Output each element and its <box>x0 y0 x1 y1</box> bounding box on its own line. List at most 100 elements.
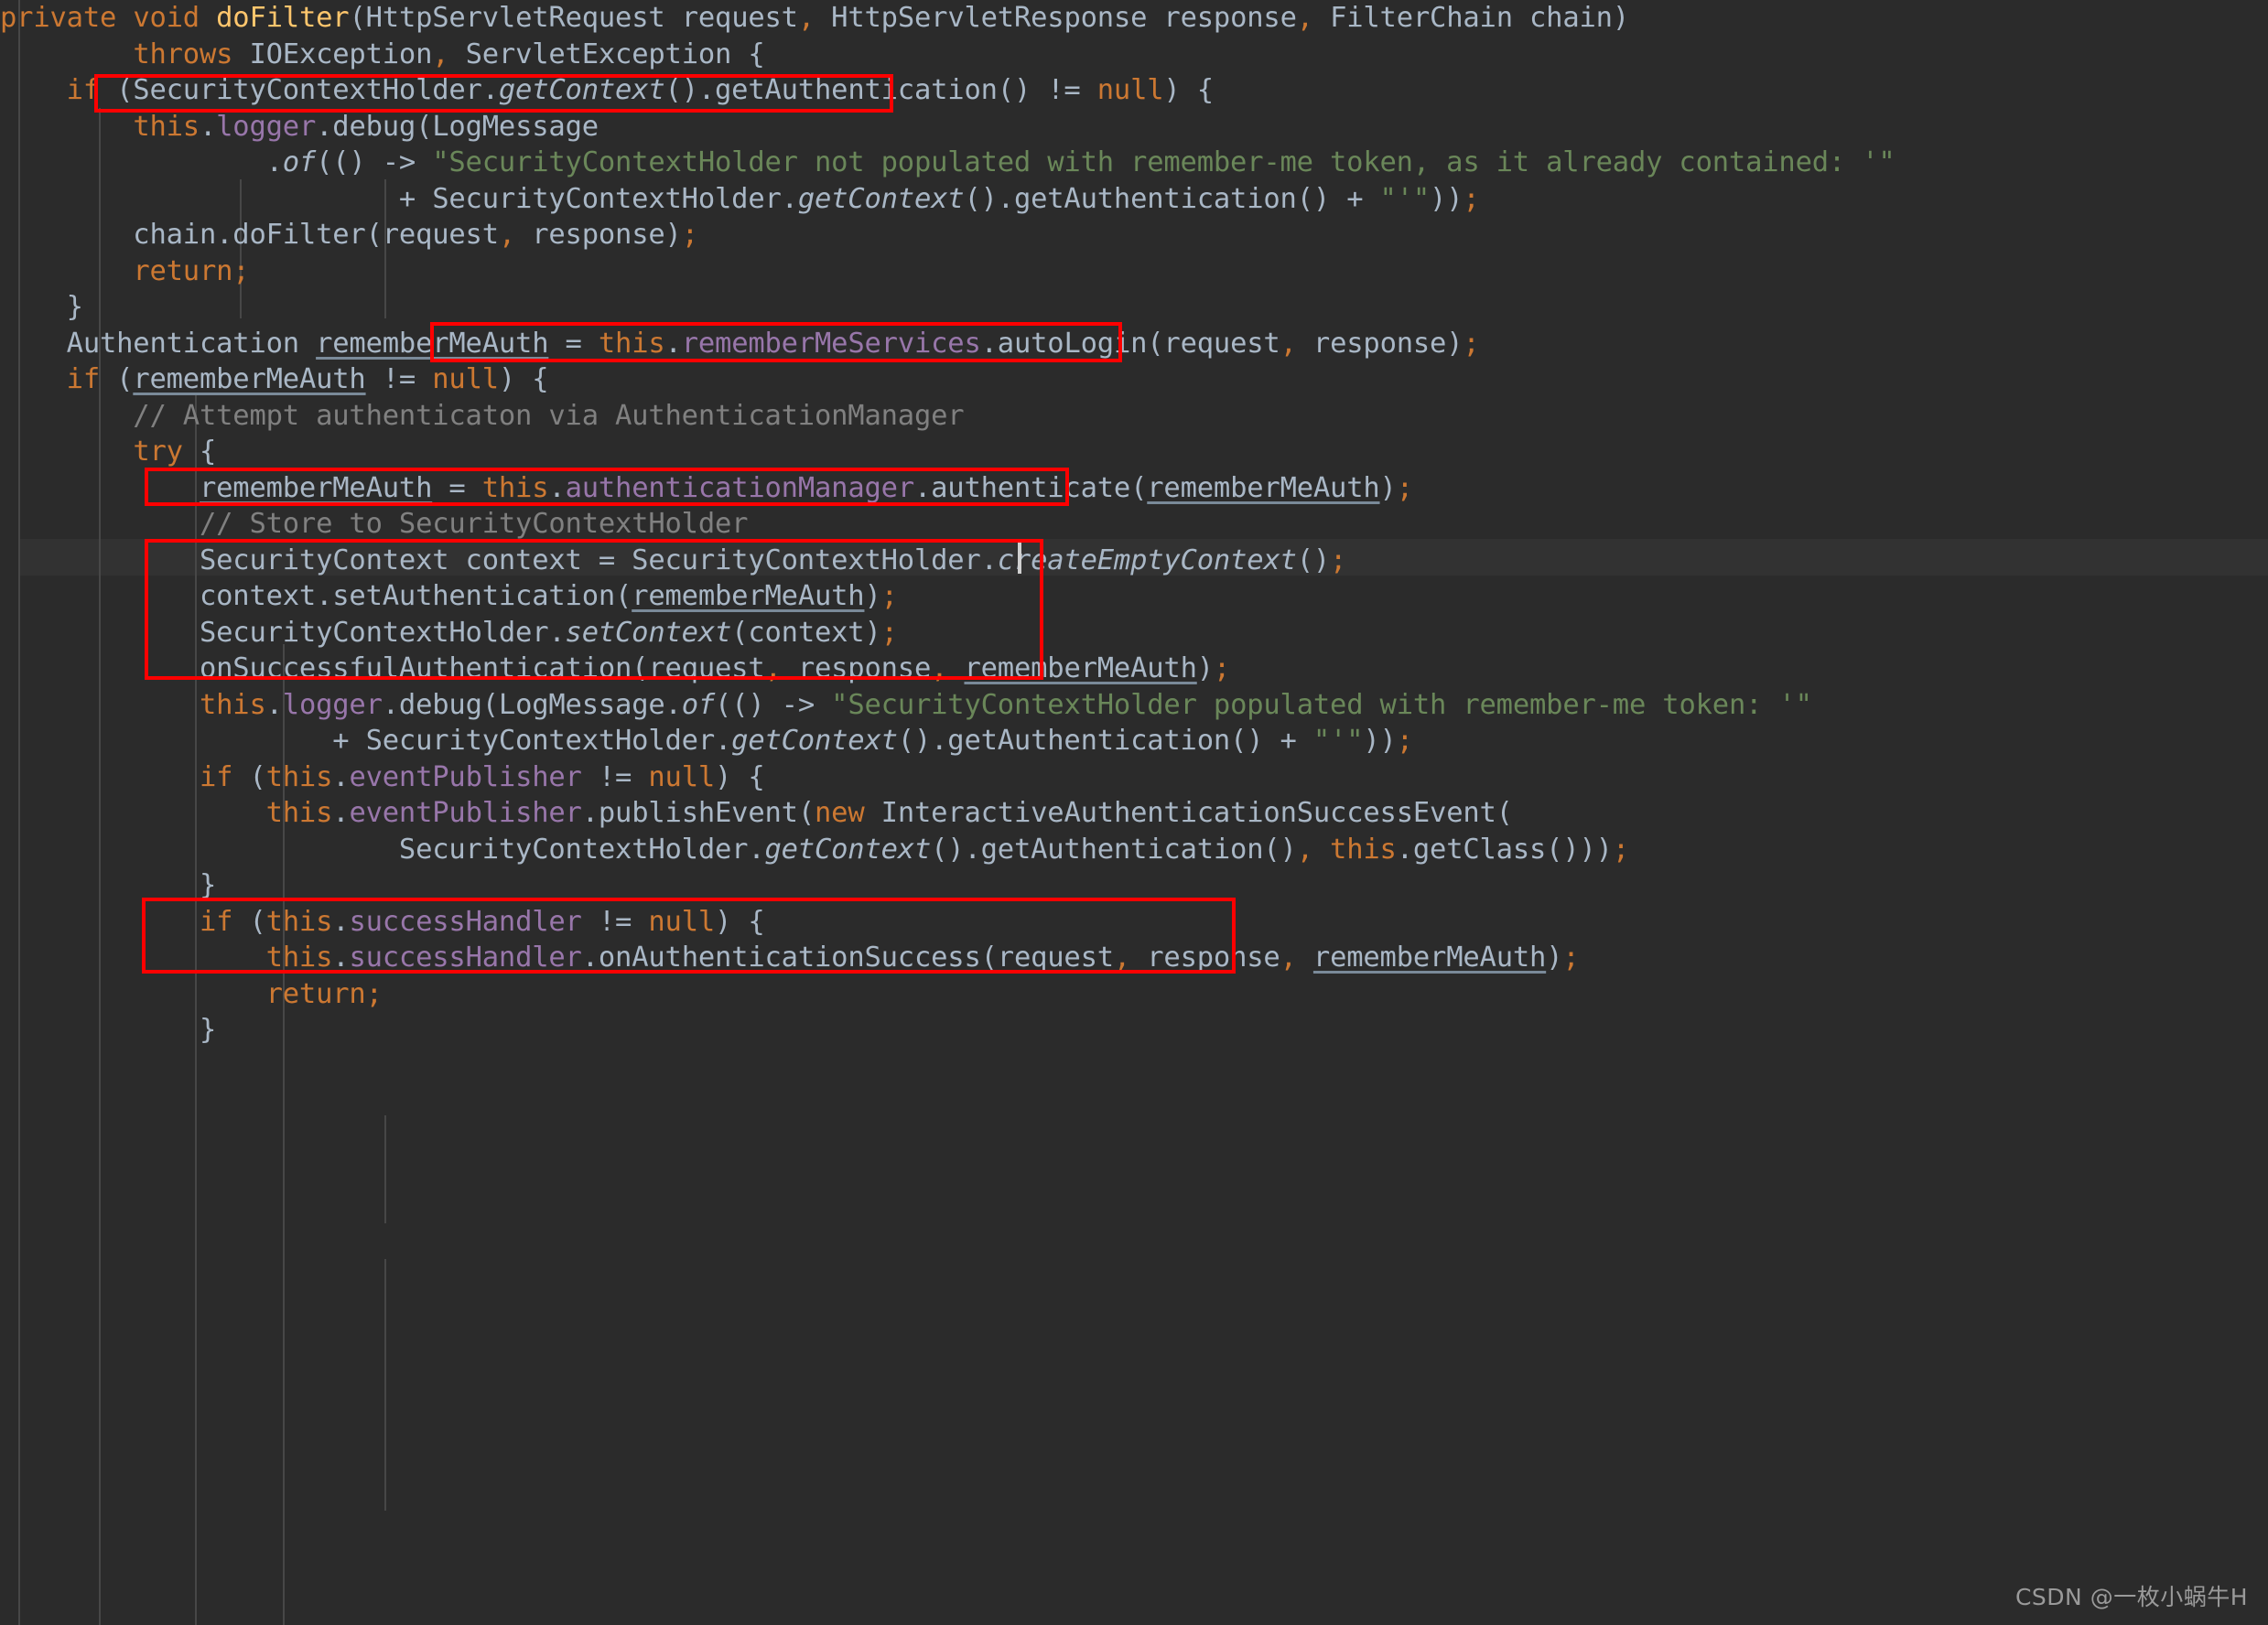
code-line[interactable]: } <box>0 289 2268 326</box>
code-token: ; <box>1463 327 1480 360</box>
code-token: .publishEvent( <box>581 797 815 829</box>
code-token: setContext <box>565 616 732 649</box>
code-token: successHandler <box>349 942 582 974</box>
code-token: + SecurityContextHolder. <box>0 725 732 757</box>
source-code-text[interactable]: private void doFilter(HttpServletRequest… <box>0 0 2268 1049</box>
code-token: FilterChain chain) <box>1312 2 1629 34</box>
code-line[interactable]: if (rememberMeAuth != null) { <box>0 361 2268 398</box>
code-line[interactable]: return; <box>0 976 2268 1013</box>
code-token: (context) <box>731 616 881 649</box>
code-token: // Store to SecurityContextHolder <box>0 508 749 540</box>
code-token: rememberMeAuth <box>1312 942 1547 974</box>
code-token: ) <box>1379 471 1397 504</box>
code-line[interactable]: // Store to SecurityContextHolder <box>0 506 2268 543</box>
code-line[interactable]: context.setAuthentication(rememberMeAuth… <box>0 578 2268 615</box>
code-token: () <box>1296 543 1331 576</box>
code-line[interactable]: if (SecurityContextHolder.getContext().g… <box>0 72 2268 109</box>
code-token: getContext <box>797 182 965 215</box>
code-token: authenticationManager <box>565 471 915 504</box>
code-token: getContext <box>731 725 898 757</box>
code-token: , <box>797 2 815 34</box>
code-line[interactable]: Authentication rememberMeAuth = this.rem… <box>0 326 2268 362</box>
code-line[interactable]: this.logger.debug(LogMessage.of(() -> "S… <box>0 687 2268 724</box>
code-token: ; <box>880 616 898 649</box>
code-line[interactable]: this.logger.debug(LogMessage <box>0 109 2268 145</box>
code-line[interactable]: chain.doFilter(request, response); <box>0 217 2268 253</box>
code-token: )) <box>1363 725 1397 757</box>
code-token: ) <box>1546 942 1563 974</box>
code-token: null <box>648 760 716 793</box>
code-token: , <box>764 652 782 684</box>
code-token: .onAuthenticationSuccess(request <box>581 942 1114 974</box>
code-token: Authentication <box>0 327 317 360</box>
code-line[interactable]: SecurityContext context = SecurityContex… <box>0 543 2268 579</box>
code-token: . <box>332 905 350 938</box>
code-line[interactable]: + SecurityContextHolder.getContext().get… <box>0 181 2268 218</box>
code-line[interactable]: } <box>0 867 2268 904</box>
code-token: rememberMeAuth <box>632 580 865 612</box>
code-line[interactable]: .of(() -> "SecurityContextHolder not pop… <box>0 145 2268 181</box>
code-token: SecurityContextHolder. <box>0 833 765 866</box>
code-line[interactable]: throws IOException, ServletException { <box>0 37 2268 73</box>
code-token: rememberMeAuth <box>1147 471 1380 504</box>
indent-guide <box>384 1115 386 1223</box>
code-token: (HttpServletRequest request <box>349 2 798 34</box>
code-token: eventPublisher <box>349 760 582 793</box>
code-token: rememberMeAuth <box>199 471 433 504</box>
code-token: , <box>1113 942 1131 974</box>
code-line[interactable]: } <box>0 1012 2268 1049</box>
code-token: this <box>1330 833 1397 866</box>
code-token: } <box>0 869 217 901</box>
code-token: } <box>0 1014 217 1046</box>
code-token: rememberMeServices <box>681 327 981 360</box>
code-token: != <box>581 760 649 793</box>
code-token: return; <box>265 977 383 1010</box>
code-line[interactable]: try { <box>0 434 2268 470</box>
code-token: // Attempt authenticaton via Authenticat… <box>0 399 965 432</box>
code-token: InteractiveAuthenticationSuccessEvent( <box>864 797 1513 829</box>
code-line[interactable]: rememberMeAuth = this.authenticationMana… <box>0 470 2268 507</box>
code-token: private <box>0 2 117 34</box>
code-token: ; <box>1330 543 1347 576</box>
code-token: ; <box>1396 725 1413 757</box>
code-token: this <box>265 797 333 829</box>
code-token: .authenticate( <box>913 471 1148 504</box>
code-line[interactable]: if (this.successHandler != null) { <box>0 904 2268 941</box>
code-token: response) <box>1296 327 1463 360</box>
code-line[interactable]: onSuccessfulAuthentication(request, resp… <box>0 651 2268 687</box>
code-token: , <box>1280 327 1297 360</box>
code-token: (SecurityContextHolder. <box>99 74 499 106</box>
code-editor-viewport[interactable]: private void doFilter(HttpServletRequest… <box>0 0 2268 1625</box>
code-line[interactable]: if (this.eventPublisher != null) { <box>0 759 2268 796</box>
code-line[interactable]: // Attempt authenticaton via Authenticat… <box>0 398 2268 435</box>
code-line[interactable]: + SecurityContextHolder.getContext().get… <box>0 723 2268 759</box>
code-token: .debug(LogMessage <box>316 110 599 143</box>
code-token: ) <box>1196 652 1214 684</box>
code-line[interactable]: SecurityContextHolder.getContext().getAu… <box>0 832 2268 868</box>
code-token: null <box>1096 74 1164 106</box>
code-line[interactable]: this.successHandler.onAuthenticationSucc… <box>0 940 2268 976</box>
code-token: , <box>1296 833 1313 866</box>
code-line[interactable]: this.eventPublisher.publishEvent(new Int… <box>0 795 2268 832</box>
code-line[interactable]: private void doFilter(HttpServletRequest… <box>0 0 2268 37</box>
code-token: "SecurityContextHolder not populated wit… <box>432 146 1895 178</box>
code-token: ().getAuthentication() + <box>897 725 1313 757</box>
code-token: ; <box>1213 652 1231 684</box>
code-line[interactable]: return; <box>0 253 2268 290</box>
code-token: response) <box>515 219 682 251</box>
code-line[interactable]: SecurityContextHolder.setContext(context… <box>0 615 2268 651</box>
code-token: void <box>133 2 200 34</box>
code-token: , <box>498 219 516 251</box>
code-token: ; <box>1612 833 1629 866</box>
